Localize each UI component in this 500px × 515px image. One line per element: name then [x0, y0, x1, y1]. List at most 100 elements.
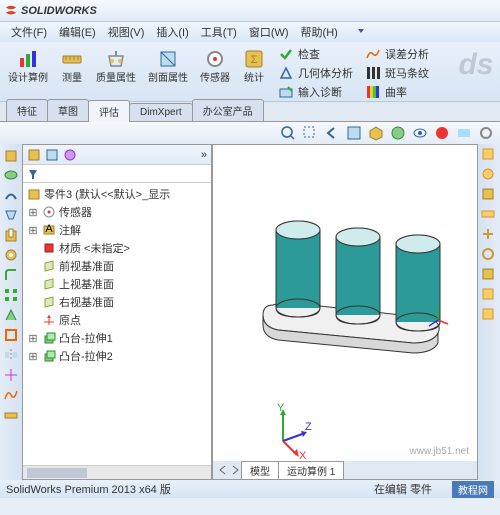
rtool-2-icon[interactable]: [480, 166, 498, 184]
menu-file[interactable]: 文件(F): [6, 22, 52, 42]
tree-tab-icon[interactable]: [27, 148, 41, 162]
tree-root[interactable]: 零件3 (默认<<默认>_显示: [25, 185, 209, 203]
view-settings-icon[interactable]: [478, 125, 494, 141]
origin-icon: [42, 313, 56, 327]
title-bar: SOLIDWORKS: [0, 0, 500, 22]
tree-material[interactable]: 材质 <未指定>: [25, 239, 209, 257]
geom-icon: [278, 65, 294, 81]
tree-display-icon[interactable]: [63, 148, 77, 162]
curvature-icon: [365, 84, 381, 100]
design-study-label: 设计算例: [8, 73, 48, 84]
rtool-5-icon[interactable]: [480, 226, 498, 244]
tab-evaluate[interactable]: 评估: [88, 100, 130, 122]
geom-analysis-button[interactable]: 几何体分析: [274, 64, 357, 82]
ltool-cut-icon[interactable]: [2, 226, 20, 244]
tab-sketch[interactable]: 草图: [47, 99, 89, 121]
section-props-button[interactable]: 剖面属性: [144, 45, 192, 86]
tree-right-plane[interactable]: 右视基准面: [25, 293, 209, 311]
measure-label: 测量: [62, 73, 82, 84]
dev-analysis-button[interactable]: 误差分析: [361, 45, 433, 63]
menu-help[interactable]: 帮助(H): [296, 22, 343, 42]
tree-config-icon[interactable]: [45, 148, 59, 162]
sensor-button[interactable]: 传感器: [196, 45, 234, 86]
ltool-curves-icon[interactable]: [2, 386, 20, 404]
zebra-button[interactable]: 斑马条纹: [361, 64, 433, 82]
rtool-6-icon[interactable]: [480, 246, 498, 264]
ltool-loft-icon[interactable]: [2, 206, 20, 224]
rtool-9-icon[interactable]: [480, 306, 498, 324]
ltool-shell-icon[interactable]: [2, 326, 20, 344]
display-style-icon[interactable]: [390, 125, 406, 141]
ltool-extrude-icon[interactable]: [2, 146, 20, 164]
curvature-button[interactable]: 曲率: [361, 83, 433, 101]
app-logo: SOLIDWORKS: [4, 4, 97, 18]
ltool-mirror-icon[interactable]: [2, 346, 20, 364]
view-orient-icon[interactable]: [368, 125, 384, 141]
menu-window[interactable]: 窗口(W): [244, 22, 294, 42]
tree-extrude2[interactable]: ⊞ 凸台-拉伸2: [25, 347, 209, 365]
tab-dimxpert[interactable]: DimXpert: [129, 103, 193, 121]
bottom-tab-motion[interactable]: 运动算例 1: [278, 461, 344, 480]
rtool-3-icon[interactable]: [480, 186, 498, 204]
mass-props-icon: [104, 47, 128, 71]
filter-icon[interactable]: [27, 168, 39, 180]
menu-edit[interactable]: 编辑(E): [54, 22, 101, 42]
view-triad[interactable]: Y Z X: [253, 401, 313, 461]
tree-arrow-icon[interactable]: »: [201, 149, 207, 161]
tab-scroll-right-icon[interactable]: [229, 464, 241, 476]
rtool-8-icon[interactable]: [480, 286, 498, 304]
rtool-4-icon[interactable]: [480, 206, 498, 224]
apply-scene-icon[interactable]: [456, 125, 472, 141]
ltool-revolve-icon[interactable]: [2, 166, 20, 184]
ltool-ruler-icon[interactable]: [2, 406, 20, 424]
section-view-icon[interactable]: [346, 125, 362, 141]
status-brand: 教程网: [452, 481, 494, 498]
tree-front-plane[interactable]: 前视基准面: [25, 257, 209, 275]
svg-text:Σ: Σ: [251, 54, 258, 66]
zoom-fit-icon[interactable]: [280, 125, 296, 141]
zoom-area-icon[interactable]: [302, 125, 318, 141]
check-button[interactable]: 检查: [274, 45, 357, 63]
right-toolbar: [478, 144, 500, 480]
tree-annotations[interactable]: ⊞ A 注解: [25, 221, 209, 239]
bottom-tab-model[interactable]: 模型: [241, 461, 279, 480]
ltool-fillet-icon[interactable]: [2, 266, 20, 284]
mass-props-button[interactable]: 质量属性: [92, 45, 140, 86]
tab-feature[interactable]: 特征: [6, 99, 48, 121]
stats-button[interactable]: Σ 统计: [238, 45, 270, 86]
edit-appearance-icon[interactable]: [434, 125, 450, 141]
menu-dropdown-icon[interactable]: [351, 24, 371, 41]
measure-button[interactable]: 测量: [56, 45, 88, 86]
hide-show-icon[interactable]: [412, 125, 428, 141]
tree-extrude1[interactable]: ⊞ 凸台-拉伸1: [25, 329, 209, 347]
tree-top-plane[interactable]: 上视基准面: [25, 275, 209, 293]
menu-insert[interactable]: 插入(I): [151, 22, 193, 42]
tree-origin[interactable]: 原点: [25, 311, 209, 329]
prev-view-icon[interactable]: [324, 125, 340, 141]
tree-scrollbar[interactable]: [23, 465, 211, 479]
ltool-pattern-icon[interactable]: [2, 286, 20, 304]
status-bar: SolidWorks Premium 2013 x64 版 在编辑 零件 教程网: [0, 480, 500, 498]
stats-icon: Σ: [242, 47, 266, 71]
design-study-button[interactable]: 设计算例: [4, 45, 52, 86]
extrude-icon: [42, 349, 56, 363]
menu-tools[interactable]: 工具(T): [196, 22, 242, 42]
ltool-rib-icon[interactable]: [2, 306, 20, 324]
dev-icon: [365, 46, 381, 62]
tab-office[interactable]: 办公室产品: [192, 99, 264, 121]
watermark: www.jb51.net: [406, 444, 473, 459]
viewport[interactable]: Y Z X 模型 运动算例 1 www.jb51.net: [212, 144, 478, 480]
input-diag-button[interactable]: 输入诊断: [274, 83, 357, 101]
menu-view[interactable]: 视图(V): [103, 22, 150, 42]
rtool-1-icon[interactable]: [480, 146, 498, 164]
tree-sensors[interactable]: ⊞ 传感器: [25, 203, 209, 221]
rtool-7-icon[interactable]: [480, 266, 498, 284]
tab-scroll-left-icon[interactable]: [217, 464, 229, 476]
ltool-refgeom-icon[interactable]: [2, 366, 20, 384]
ltool-hole-icon[interactable]: [2, 246, 20, 264]
sensor-icon: [203, 47, 227, 71]
annotations-icon: A: [42, 223, 56, 237]
ltool-sweep-icon[interactable]: [2, 186, 20, 204]
ribbon: 设计算例 测量 质量属性 剖面属性 传感器 Σ 统计 检查 几何体分析 输入诊断…: [0, 42, 500, 102]
stats-label: 统计: [244, 73, 264, 84]
